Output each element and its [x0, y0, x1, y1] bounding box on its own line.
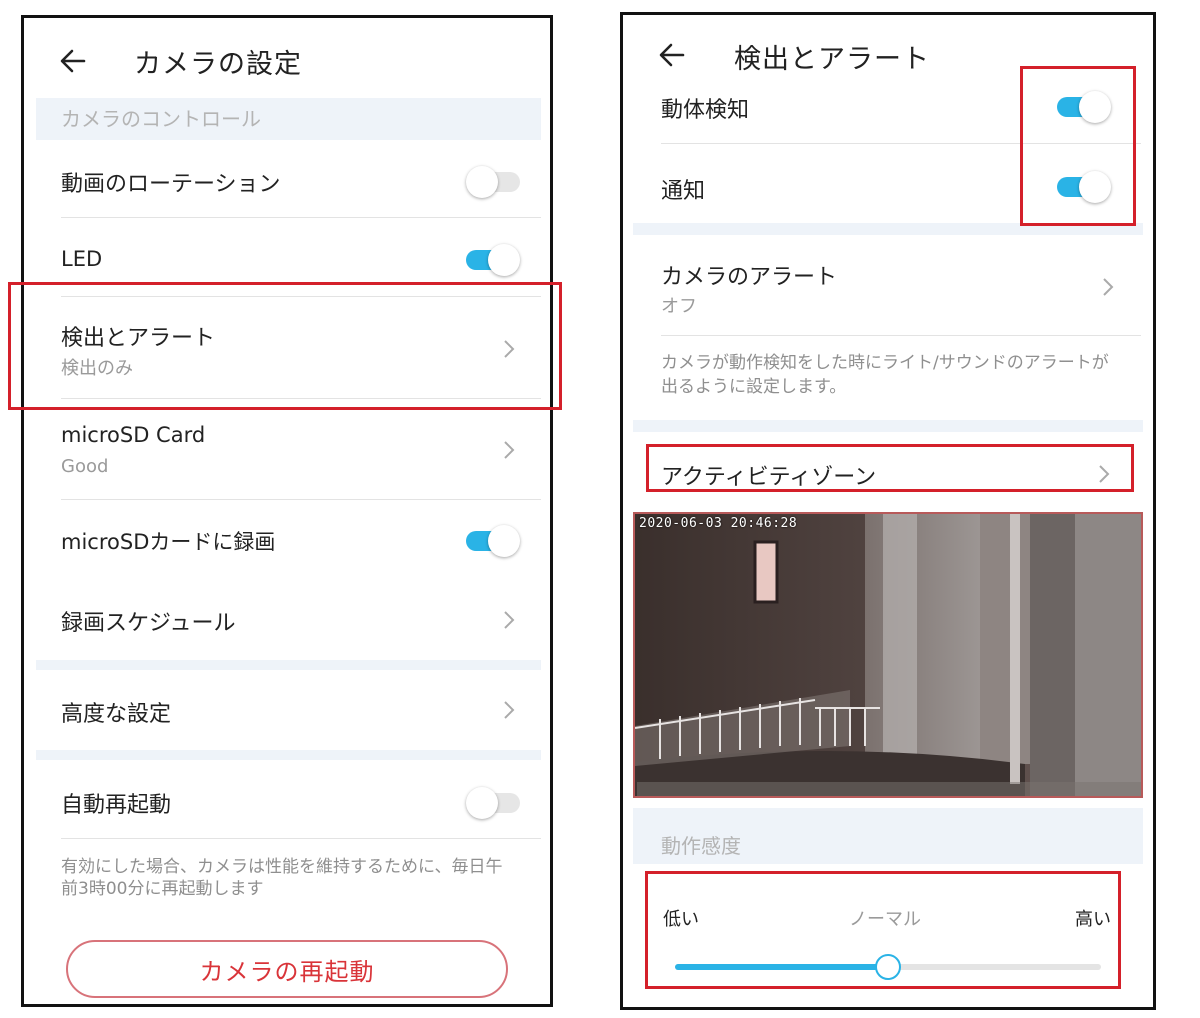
camera-scene-image	[635, 514, 1141, 796]
divider	[61, 499, 541, 500]
chevron-right-icon	[504, 701, 515, 719]
camera-alert-description: カメラが動作検知をした時にライト/サウンドのアラートが出るように設定します。	[661, 353, 1109, 397]
restart-camera-button[interactable]: カメラの再起動	[66, 940, 508, 998]
back-arrow-icon[interactable]	[657, 40, 687, 70]
highlight-box	[645, 871, 1121, 989]
chevron-right-icon	[504, 441, 515, 459]
camera-timestamp: 2020-06-03 20:46:28	[639, 516, 798, 531]
led-toggle[interactable]	[464, 242, 520, 276]
auto-reboot-label: 自動再起動	[61, 793, 172, 818]
led-label: LED	[61, 247, 103, 271]
auto-reboot-toggle[interactable]	[466, 785, 522, 819]
section-label: カメラのコントロール	[61, 107, 261, 131]
back-arrow-icon[interactable]	[58, 46, 88, 76]
advanced-settings-label: 高度な設定	[61, 702, 172, 727]
video-rotation-label: 動画のローテーション	[61, 172, 281, 197]
highlight-box	[646, 444, 1134, 492]
camera-snapshot[interactable]: 2020-06-03 20:46:28	[633, 512, 1143, 798]
divider	[661, 335, 1141, 336]
chevron-right-icon	[504, 611, 515, 629]
microsd-card-label: microSD Card	[61, 423, 206, 447]
auto-reboot-description: 有効にした場合、カメラは性能を維持するために、毎日午前3時00分に再起動します	[61, 857, 503, 899]
page-title: カメラの設定	[134, 49, 302, 80]
section-gap	[36, 750, 541, 760]
motion-detect-label: 動体検知	[661, 98, 750, 123]
section-gap	[633, 420, 1143, 432]
camera-alert-status: オフ	[661, 296, 697, 317]
notification-label: 通知	[661, 179, 706, 204]
camera-settings-screen: カメラの設定 カメラのコントロール 動画のローテーション LED 検出とアラート…	[21, 15, 553, 1007]
highlight-box	[8, 282, 562, 410]
microsd-card-status: Good	[61, 456, 109, 477]
page-title: 検出とアラート	[734, 44, 930, 75]
divider	[61, 838, 541, 839]
sensitivity-heading: 動作感度	[661, 834, 741, 858]
record-to-sd-toggle[interactable]	[464, 523, 520, 557]
highlight-box	[1020, 66, 1136, 226]
record-schedule-label: 録画スケジュール	[61, 611, 236, 636]
chevron-right-icon	[1103, 278, 1114, 296]
record-to-sd-label: microSDカードに録画	[61, 530, 276, 554]
section-gap	[36, 660, 541, 670]
video-rotation-toggle[interactable]	[466, 164, 522, 198]
divider	[61, 217, 541, 218]
camera-alert-label: カメラのアラート	[661, 265, 838, 290]
